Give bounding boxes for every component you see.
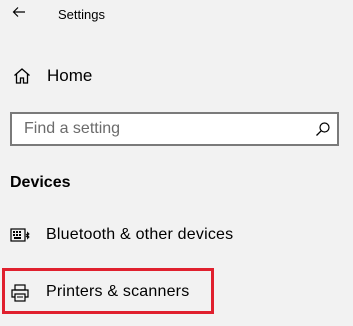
search-icon[interactable] (315, 121, 331, 137)
window-title: Settings (58, 7, 105, 22)
home-label: Home (47, 66, 93, 85)
settings-window: Settings Home Find a setting Devices Blu… (0, 0, 353, 326)
search-input[interactable]: Find a setting (24, 120, 120, 138)
title-bar: Settings (0, 0, 353, 30)
keyboard-bluetooth-icon (10, 228, 30, 242)
nav-item-bluetooth-other-devices[interactable]: Bluetooth & other devices (0, 219, 353, 253)
back-button[interactable] (8, 2, 30, 22)
nav-item-home[interactable]: Home (0, 60, 353, 92)
nav-item-label: Bluetooth & other devices (46, 226, 234, 243)
back-arrow-icon (12, 7, 25, 17)
home-icon (14, 68, 30, 84)
search-field[interactable]: Find a setting (10, 112, 339, 146)
printer-icon (11, 284, 29, 302)
nav-item-printers-scanners[interactable]: Printers & scanners (0, 276, 353, 310)
section-heading-devices: Devices (10, 174, 71, 191)
nav-item-label: Printers & scanners (46, 283, 190, 300)
